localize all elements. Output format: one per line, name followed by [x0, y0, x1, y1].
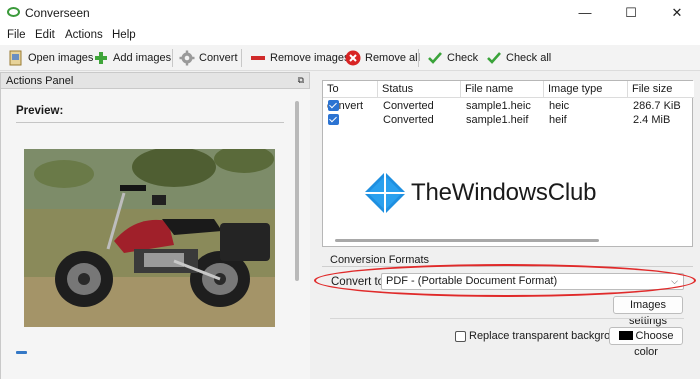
add-images-button[interactable]: Add images	[93, 48, 171, 68]
actions-panel-title: Actions Panel	[6, 75, 74, 87]
maximize-button[interactable]: ☐	[608, 0, 654, 26]
check-all-icon	[486, 50, 502, 66]
menu-help[interactable]: Help	[112, 29, 136, 41]
watermark-text: TheWindowsClub	[411, 179, 597, 206]
file-size-cell: 2.4 MiB	[633, 114, 671, 126]
file-size-cell: 286.7 KiB	[633, 100, 681, 112]
check-all-button[interactable]: Check all	[486, 48, 551, 68]
float-panel-icon[interactable]: ⧉	[298, 75, 304, 86]
column-header-file-name[interactable]: File name	[461, 81, 544, 98]
check-all-label: Check all	[506, 52, 552, 64]
add-images-label: Add images	[113, 52, 172, 64]
preview-scrollbar[interactable]	[16, 351, 27, 354]
row-checkbox[interactable]	[328, 100, 339, 111]
app-logo-icon	[7, 7, 20, 17]
preview-label: Preview:	[16, 105, 64, 117]
choose-color-label: Choose color	[634, 330, 674, 358]
check-button[interactable]: Check	[427, 48, 478, 68]
watermark: TheWindowsClub	[364, 172, 596, 214]
images-settings-button[interactable]: Images settings	[613, 296, 683, 327]
choose-color-button[interactable]: Choose color	[609, 327, 683, 358]
replace-transparent-checkbox[interactable]	[455, 331, 466, 342]
column-header-status[interactable]: Status	[378, 81, 461, 98]
column-header-file-size[interactable]: File size	[628, 81, 694, 98]
toolbar-separator	[241, 49, 242, 67]
menu-actions[interactable]: Actions	[65, 29, 103, 41]
remove-images-button[interactable]: Remove images	[250, 48, 349, 68]
options-divider	[330, 318, 684, 319]
actions-panel-header: Actions Panel ⧉	[0, 72, 310, 89]
image-type-cell: heic	[549, 100, 570, 112]
remove-all-icon	[345, 50, 361, 66]
open-images-button[interactable]: Open images	[8, 48, 93, 68]
table-scrollbar[interactable]	[335, 239, 599, 242]
check-icon	[427, 50, 443, 66]
close-button[interactable]: ✕	[654, 0, 700, 26]
actions-panel: Preview:	[0, 89, 310, 379]
panel-scrollbar[interactable]	[295, 101, 299, 281]
remove-images-icon	[250, 50, 266, 66]
image-type-cell: heif	[549, 114, 567, 126]
convert-button[interactable]: Convert	[179, 48, 238, 68]
check-label: Check	[447, 52, 479, 64]
toolbar-separator	[418, 49, 419, 67]
preview-divider	[16, 122, 284, 123]
add-images-icon	[93, 50, 109, 66]
toolbar-separator	[172, 49, 173, 67]
file-name-cell: sample1.heif	[466, 114, 529, 126]
menu-bar: File Edit Actions Help	[0, 26, 700, 45]
open-images-label: Open images	[28, 52, 94, 64]
replace-transparent-label: Replace transparent background	[469, 330, 629, 342]
file-table: To convert Status File name Image type F…	[322, 80, 694, 247]
remove-all-label: Remove all	[365, 52, 421, 64]
remove-images-label: Remove images	[270, 52, 350, 64]
convert-label: Convert	[199, 52, 238, 64]
menu-edit[interactable]: Edit	[35, 29, 55, 41]
preview-image	[24, 149, 275, 327]
title-bar: Converseen — ☐ ✕	[0, 0, 700, 26]
convert-gear-icon	[179, 50, 195, 66]
open-images-icon	[8, 50, 24, 66]
toolbar: Open images Add images Convert Remove im…	[0, 45, 700, 71]
column-header-image-type[interactable]: Image type	[544, 81, 628, 98]
highlight-annotation	[314, 264, 696, 297]
file-name-cell: sample1.heic	[466, 100, 531, 112]
remove-all-button[interactable]: Remove all	[345, 48, 420, 68]
windows-logo-icon	[364, 172, 406, 214]
color-swatch	[618, 331, 633, 340]
conversion-formats-label: Conversion Formats	[330, 254, 430, 266]
row-checkbox[interactable]	[328, 114, 339, 125]
column-header-to-convert[interactable]: To convert	[323, 81, 378, 112]
minimize-button[interactable]: —	[562, 0, 608, 26]
status-cell: Converted	[383, 100, 434, 112]
menu-file[interactable]: File	[7, 29, 26, 41]
window-title: Converseen	[25, 6, 90, 20]
status-cell: Converted	[383, 114, 434, 126]
